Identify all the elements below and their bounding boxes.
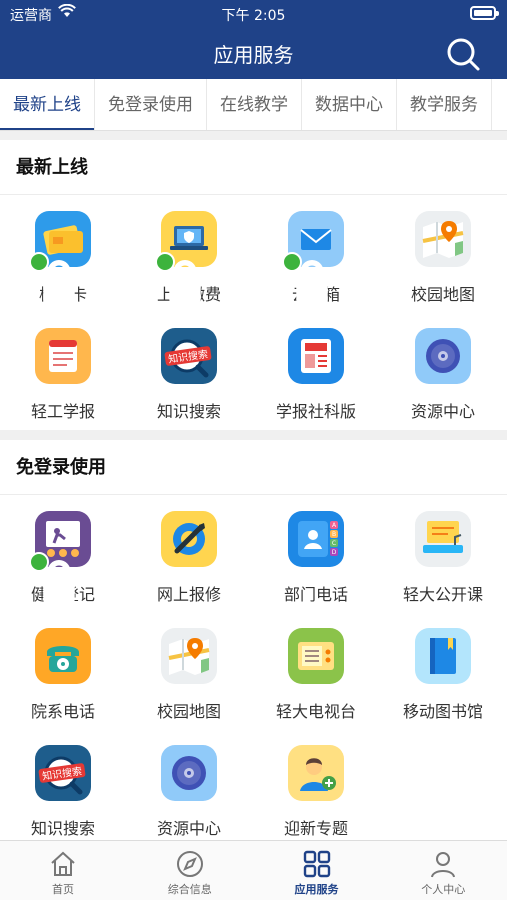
map-icon [415,211,471,267]
app-tile[interactable]: 校园卡 [0,211,126,305]
app-label: 迎新专题 [283,819,348,838]
section-newest: 最新上线 校园卡上网缴费云邮箱校园地图轻工学报知识搜索知识搜索学报社科版资源中心 [0,140,507,430]
home-icon [0,849,126,879]
knowledge-search-icon: 知识搜索 [161,328,217,384]
app-label: 知识搜索 [30,819,95,838]
knowledge-search-icon: 知识搜索 [35,745,91,801]
journal-icon [288,328,344,384]
open-course-icon [415,511,471,567]
card-icon [29,211,91,303]
app-tile[interactable]: 院系电话 [0,628,126,722]
laptop-shield-icon [155,211,217,303]
bottom-tab-label: 综合信息 [167,883,212,896]
app-label: 资源中心 [410,402,475,421]
status-bar: 运营商 下午 2:05 [0,0,507,28]
bottom-tab-label: 首页 [52,883,74,896]
category-tabs: 最新上线 免登录使用 在线教学 数据中心 教学服务 [0,79,507,131]
bottom-tab-bar: 首页 综合信息 应用服务 个人中心 [0,840,507,900]
tab-0[interactable]: 最新上线 [0,79,95,130]
app-tile[interactable]: 移动图书馆 [380,628,506,722]
lock-icon [29,552,75,603]
bottom-tab-label: 应用服务 [294,883,339,896]
search-icon [447,38,480,71]
section-no-login: 免登录使用 健康登记网上报修 ABCD 部门电话 轻大公开课院系电话 校园地图 轻大电视台… [0,440,507,840]
app-label: 轻工学报 [30,402,95,421]
app-tile[interactable]: 健康登记 [0,511,126,605]
svg-text:C: C [332,540,336,547]
lock-icon [29,252,75,303]
app-tile[interactable]: 轻工学报 [0,328,126,422]
bottom-tab-1[interactable]: 综合信息 [127,841,253,900]
lock-icon [155,252,201,303]
app-tile[interactable]: 上网缴费 [126,211,252,305]
svg-text:D: D [332,549,337,556]
app-tile[interactable]: 校园地图 [126,628,252,722]
app-tile[interactable]: 网上报修 [126,511,252,605]
tab-4[interactable]: 教学服务 [397,79,492,130]
bottom-tab-3[interactable]: 个人中心 [380,841,506,900]
app-tile[interactable]: 知识搜索 知识搜索 [126,328,252,422]
app-label: 移动图书馆 [402,702,483,721]
tab-2[interactable]: 在线教学 [207,79,302,130]
app-grid: 校园卡上网缴费云邮箱校园地图轻工学报知识搜索知识搜索学报社科版资源中心 [0,195,507,430]
disc-icon [161,745,217,801]
bottom-tab-label: 个人中心 [421,883,466,896]
app-tile[interactable]: 轻大公开课 [380,511,506,605]
mail-icon [282,211,344,303]
contacts-icon: ABCD [288,511,344,567]
app-tile[interactable]: 学报社科版 [253,328,379,422]
book-icon [415,628,471,684]
app-label: 轻大公开课 [402,585,483,604]
app-tile[interactable]: A B C D 部门电话 [253,511,379,605]
app-label: 资源中心 [156,819,221,838]
disc-icon [415,328,471,384]
app-label: 网上报修 [156,585,221,604]
map-icon [161,628,217,684]
compass-icon [127,849,253,879]
section-title: 免登录使用 [0,440,507,495]
bottom-tab-2[interactable]: 应用服务 [254,841,380,900]
section-title: 最新上线 [0,140,507,195]
app-label: 校园地图 [410,285,475,304]
telephone-icon [35,628,91,684]
health-register-icon [29,511,91,603]
welcome-icon [288,745,344,801]
app-grid: 健康登记网上报修 ABCD 部门电话 轻大公开课院系电话 校园地图 轻大电视台 移动图书馆知… [0,495,507,840]
lock-icon [282,252,328,303]
svg-text:B: B [332,531,336,538]
page-title: 应用服务 [213,43,294,67]
repair-icon [161,511,217,567]
app-label: 校园地图 [156,702,221,721]
app-tile[interactable]: 轻大电视台 [253,628,379,722]
app-tile[interactable]: 校园地图 [380,211,506,305]
app-tile[interactable]: 云邮箱 [253,211,379,305]
grid-icon [254,849,380,879]
person-icon [380,849,506,879]
tab-1[interactable]: 免登录使用 [95,79,207,130]
app-label: 院系电话 [30,702,95,721]
bottom-tab-0[interactable]: 首页 [0,841,126,900]
tv-icon [288,628,344,684]
app-label: 知识搜索 [156,402,221,421]
battery-icon [470,6,499,20]
app-tile[interactable]: 资源中心 [380,328,506,422]
newspaper-icon [35,328,91,384]
app-label: 轻大电视台 [275,702,356,721]
app-tile[interactable]: 资源中心 [126,745,252,839]
search-button[interactable] [445,36,481,72]
app-tile[interactable]: 迎新专题 [253,745,379,839]
app-tile[interactable]: 知识搜索 知识搜索 [0,745,126,839]
header: 运营商 下午 2:05 应用服务 [0,0,507,79]
tab-3[interactable]: 数据中心 [302,79,397,130]
app-label: 部门电话 [283,585,348,604]
status-time: 下午 2:05 [221,8,286,24]
app-label: 学报社科版 [275,402,356,421]
